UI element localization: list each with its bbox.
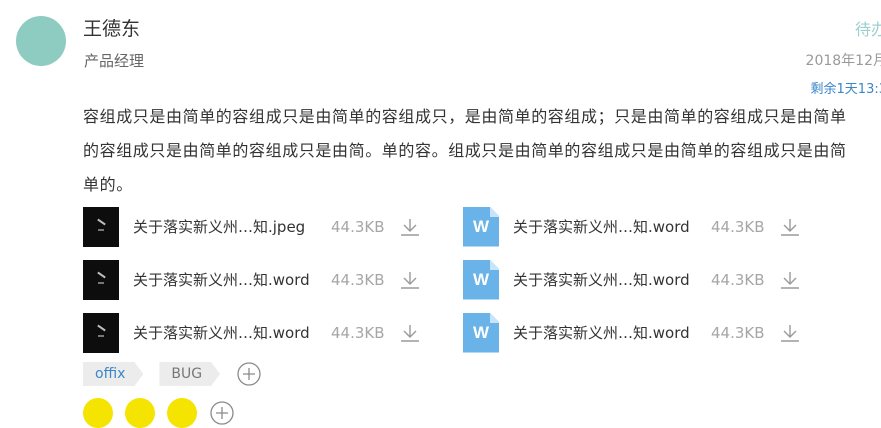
image-thumbnail-icon [83,312,119,353]
tag-bug[interactable]: BUG [159,362,220,386]
attachment-item[interactable]: W 关于落实新义州…知.word 44.3KB [463,206,843,247]
attachment-size: 44.3KB [331,270,385,289]
download-icon[interactable] [777,217,803,237]
download-icon[interactable] [777,270,803,290]
attachment-size: 44.3KB [331,323,385,342]
participant-avatar[interactable] [83,398,113,428]
image-thumbnail-icon [83,206,119,247]
word-file-icon: W [463,206,499,247]
download-icon[interactable] [397,323,423,343]
participant-avatar[interactable] [167,398,197,428]
word-file-icon: W [463,259,499,300]
remaining-time: 剩余1天13:3 [810,82,881,97]
attachment-size: 44.3KB [711,217,765,236]
download-icon[interactable] [397,217,423,237]
attachment-list: 关于落实新义州…知.jpeg 44.3KB W 关于落实新义州…知.word 4… [83,200,843,359]
participant-list [83,398,235,428]
participant-avatar[interactable] [125,398,155,428]
attachment-row: 关于落实新义州…知.jpeg 44.3KB W 关于落实新义州…知.word 4… [83,200,843,253]
attachment-name: 关于落实新义州…知.word [513,271,690,289]
attachment-row: 关于落实新义州…知.word 44.3KB W 关于落实新义州…知.word 4… [83,253,843,306]
user-name: 王德东 [83,18,141,40]
user-role: 产品经理 [84,52,145,70]
attachment-item[interactable]: W 关于落实新义州…知.word 44.3KB [463,312,843,353]
attachment-item[interactable]: 关于落实新义州…知.jpeg 44.3KB [83,206,463,247]
add-participant-icon[interactable] [209,400,235,426]
download-icon[interactable] [397,270,423,290]
attachment-name: 关于落实新义州…知.word [133,271,310,289]
attachment-item[interactable]: W 关于落实新义州…知.word 44.3KB [463,259,843,300]
attachment-name: 关于落实新义州…知.word [513,324,690,342]
message-content: 容组成只是由简单的容组成只是由简单的容组成只，是由简单的容组成；只是由简单的容组… [83,107,847,194]
download-icon[interactable] [777,323,803,343]
attachment-size: 44.3KB [331,217,385,236]
tag-offix[interactable]: offix [83,362,143,386]
attachment-size: 44.3KB [711,323,765,342]
image-thumbnail-icon [83,259,119,300]
attachment-name: 关于落实新义州…知.word [133,324,310,342]
add-tag-icon[interactable] [236,361,262,387]
date-label: 2018年12月 [805,53,881,69]
avatar[interactable] [16,16,66,66]
attachment-item[interactable]: 关于落实新义州…知.word 44.3KB [83,259,463,300]
word-file-icon: W [463,312,499,353]
tag-list: offix BUG [83,361,262,387]
attachment-name: 关于落实新义州…知.jpeg [133,218,306,236]
attachment-row: 关于落实新义州…知.word 44.3KB W 关于落实新义州…知.word 4… [83,306,843,359]
status-label[interactable]: 待办 [855,16,881,40]
attachment-size: 44.3KB [711,270,765,289]
attachment-name: 关于落实新义州…知.word [513,218,690,236]
attachment-item[interactable]: 关于落实新义州…知.word 44.3KB [83,312,463,353]
